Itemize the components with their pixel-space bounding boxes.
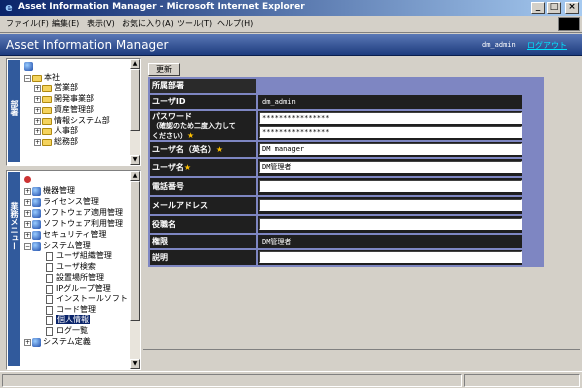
status-bar	[0, 371, 582, 388]
user-id-cell	[258, 95, 522, 109]
user-name-label: ユーザ名★	[150, 159, 256, 176]
menu-file[interactable]: ファイル(F)	[6, 18, 49, 29]
password-label: パスワード （確認のため二度入力して ください）★	[150, 111, 256, 140]
tree-subitem[interactable]: IPグループ管理	[46, 284, 111, 294]
description-label: 説明	[150, 250, 256, 265]
menu-bar: ファイル(F) 編集(E) 表示(V) お気に入り(A) ツール(T) ヘルプ(…	[0, 16, 582, 33]
phone-label: 電話番号	[150, 178, 256, 195]
window-title: Asset Information Manager - Microsoft In…	[18, 2, 305, 12]
scroll-thumb[interactable]	[130, 69, 140, 131]
tree-item-system[interactable]: − システム管理	[24, 241, 91, 251]
tree-subitem[interactable]: ログ一覧	[46, 326, 88, 336]
tree-subitem[interactable]: コード管理	[46, 305, 96, 315]
password-label-text: パスワード	[152, 112, 192, 121]
menu-view[interactable]: 表示(V)	[87, 18, 115, 29]
business-menu-tab[interactable]: 業務メニュー	[8, 172, 20, 366]
tree-item-root[interactable]: − 本社	[24, 73, 60, 83]
org-scrollbar[interactable]: ▲ ▼	[130, 59, 140, 165]
logout-link[interactable]: ログアウト	[527, 40, 567, 51]
menu-scrollbar[interactable]: ▲ ▼	[130, 171, 140, 369]
user-name-en-label: ユーザ名（英名）★	[150, 142, 256, 157]
user-name-input[interactable]: DM管理者	[259, 161, 522, 173]
tree-item[interactable]: + 人事部	[34, 126, 78, 136]
tree-item-sw-apply[interactable]: + ソフトウェア適用管理	[24, 208, 123, 218]
scroll-thumb[interactable]	[130, 181, 140, 321]
user-id-label: ユーザID	[150, 95, 256, 109]
user-name-en-input[interactable]: DM manager	[259, 143, 522, 155]
password-input[interactable]: ****************	[259, 112, 522, 124]
tree-subitem[interactable]: ユーザ検索	[46, 262, 96, 272]
tree-item[interactable]: + 情報システム部	[34, 116, 110, 126]
tree-item[interactable]: + 総務部	[34, 137, 78, 147]
windows-logo-icon	[558, 17, 580, 31]
bottom-frame	[143, 349, 580, 369]
scroll-up-arrow-icon[interactable]: ▲	[130, 59, 140, 69]
tree-item-sw-usage[interactable]: + ソフトウェア利用管理	[24, 219, 123, 229]
org-root-icon	[24, 62, 33, 71]
app-header: Asset Information Manager dm_admin ログアウト	[0, 34, 582, 56]
org-tab[interactable]: 部署	[8, 60, 20, 162]
description-input[interactable]	[259, 251, 522, 263]
tree-item[interactable]: + 営業部	[34, 83, 78, 93]
close-button[interactable]: ×	[565, 2, 579, 14]
menu-tools[interactable]: ツール(T)	[177, 18, 212, 29]
status-segment-zone	[464, 374, 580, 387]
email-input[interactable]	[259, 199, 522, 211]
menu-favorites[interactable]: お気に入り(A)	[122, 18, 174, 29]
section-header: 所属部署	[150, 79, 256, 93]
job-title-label: 役職名	[150, 216, 256, 233]
section-header-cell	[258, 79, 522, 93]
ie-icon: e	[5, 1, 13, 14]
password-note-2: ください）	[152, 132, 187, 140]
password-note: （確認のため二度入力して	[152, 122, 236, 130]
menu-help[interactable]: ヘルプ(H)	[217, 18, 253, 29]
scroll-down-arrow-icon[interactable]: ▼	[130, 359, 140, 369]
app-title: Asset Information Manager	[6, 38, 169, 52]
tree-item-security[interactable]: + セキュリティ管理	[24, 230, 107, 240]
tree-item-system-def[interactable]: + システム定義	[24, 337, 91, 347]
user-id-value: dm_admin	[262, 98, 296, 106]
tree-item[interactable]: + 開発事業部	[34, 94, 94, 104]
authority-label: 権限	[150, 235, 256, 248]
menu-edit[interactable]: 編集(E)	[52, 18, 79, 29]
required-star-icon: ★	[215, 145, 224, 154]
scroll-up-arrow-icon[interactable]: ▲	[130, 171, 140, 181]
tree-item-device[interactable]: + 機器管理	[24, 186, 75, 196]
password-confirm-input[interactable]: ****************	[259, 126, 522, 138]
current-user: dm_admin	[482, 41, 516, 49]
phone-input[interactable]	[259, 180, 522, 192]
authority-cell	[258, 235, 522, 248]
window-title-bar: e Asset Information Manager - Microsoft …	[0, 0, 582, 16]
status-segment-main	[2, 374, 462, 387]
maximize-button[interactable]: □	[547, 2, 561, 14]
tree-subitem-selected[interactable]: 個人情報	[46, 315, 90, 325]
menu-root-icon	[24, 176, 31, 183]
update-button[interactable]: 更新	[148, 63, 180, 76]
required-star-icon: ★	[187, 131, 195, 140]
tree-subitem[interactable]: 設置場所管理	[46, 273, 104, 283]
tree-subitem[interactable]: インストールソフト	[46, 294, 128, 304]
minimize-button[interactable]: _	[531, 2, 545, 14]
email-label: メールアドレス	[150, 197, 256, 214]
tree-item-license[interactable]: + ライセンス管理	[24, 197, 99, 207]
scroll-down-arrow-icon[interactable]: ▼	[130, 155, 140, 165]
tree-subitem[interactable]: ユーザ組織管理	[46, 251, 112, 261]
job-title-input[interactable]	[259, 218, 522, 230]
required-star-icon: ★	[183, 163, 192, 172]
tree-item[interactable]: + 資産管理部	[34, 105, 94, 115]
authority-value: DM管理者	[262, 238, 292, 246]
